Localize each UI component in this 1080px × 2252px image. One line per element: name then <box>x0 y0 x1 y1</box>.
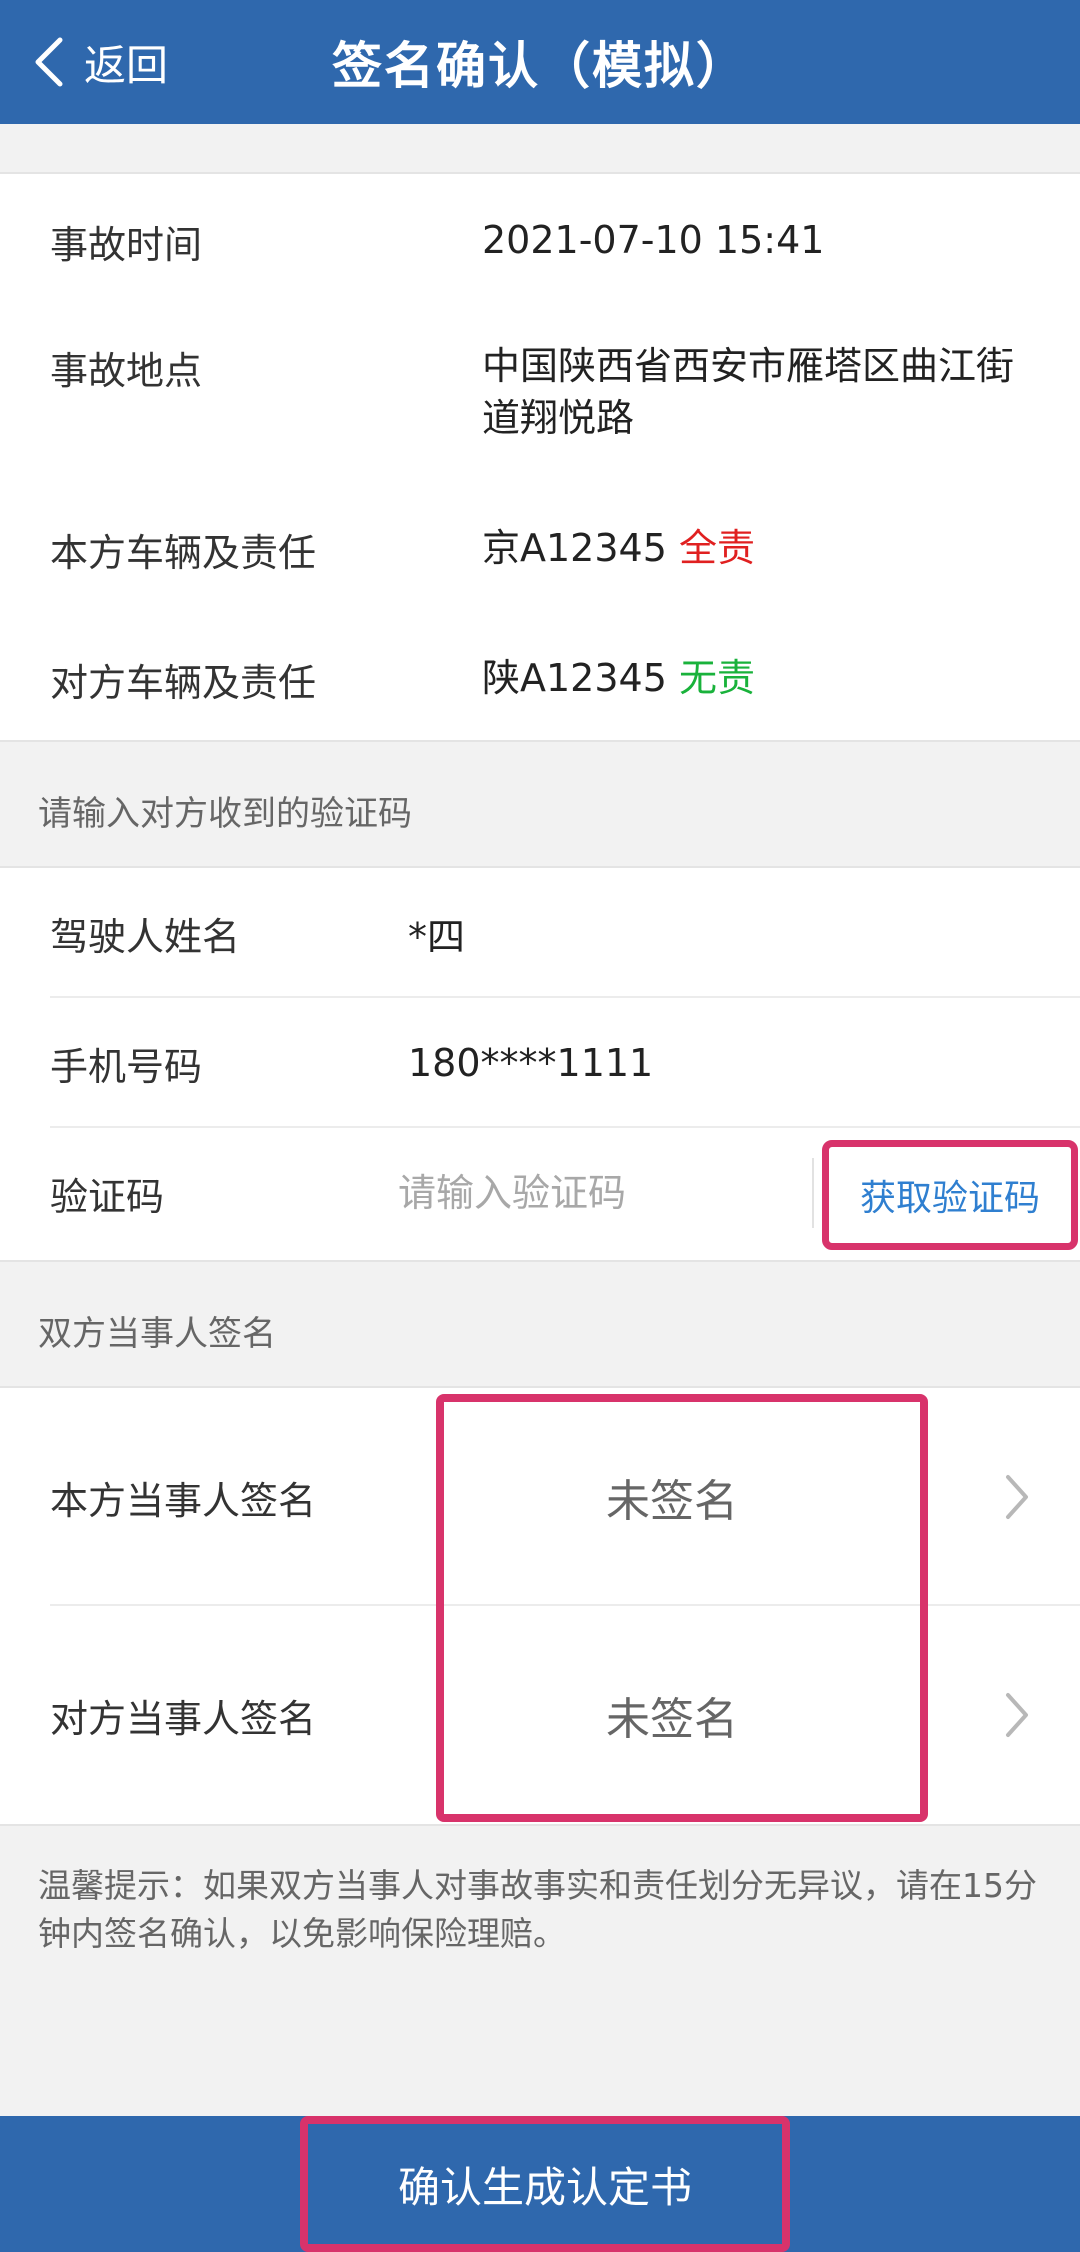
signature-confirm-page: 返回 签名确认（模拟） 事故时间 2021-07-10 15:41 事故地点 中… <box>0 0 1080 2252</box>
verification-code-row: 验证码 获取验证码 <box>0 1128 1080 1258</box>
signature-status: 未签名 <box>606 1694 738 1745</box>
own-signature-row[interactable]: 本方当事人签名 未签名 <box>0 1388 1080 1606</box>
info-value: 2021-07-10 15:41 <box>482 218 825 262</box>
info-label: 事故地点 <box>50 349 203 393</box>
section-title-signatures: 双方当事人签名 <box>38 1314 276 1354</box>
driver-name-value: *四 <box>408 914 466 959</box>
page-title: 签名确认（模拟） <box>332 37 748 95</box>
other-signature-row[interactable]: 对方当事人签名 未签名 <box>0 1606 1080 1824</box>
divider <box>0 1824 1080 1826</box>
verify-panel: 驾驶人姓名 *四 手机号码 180****1111 验证码 获取验证码 <box>0 868 1080 1260</box>
info-value: 中国陕西省西安市雁塔区曲江街道翔悦路 <box>482 344 1015 440</box>
info-value: 陕A12345 无责 <box>482 652 1042 704</box>
signatures-panel: 本方当事人签名 未签名 对方当事人签名 未签名 <box>0 1388 1080 1824</box>
liability-badge: 全责 <box>678 526 755 570</box>
top-bar: 返回 签名确认（模拟） <box>0 0 1080 124</box>
warm-tips: 温馨提示：如果双方当事人对事故事实和责任划分无异议，请在15分钟内签名确认，以免… <box>38 1866 1037 1953</box>
signature-label: 本方当事人签名 <box>50 1478 317 1523</box>
info-label: 对方车辆及责任 <box>50 661 317 705</box>
verification-code-input[interactable] <box>398 1158 798 1228</box>
chevron-right-icon <box>1006 1693 1028 1737</box>
plate-number: 陕A12345 <box>482 656 667 700</box>
accident-info-panel: 事故时间 2021-07-10 15:41 事故地点 中国陕西省西安市雁塔区曲江… <box>0 174 1080 740</box>
phone-row: 手机号码 180****1111 <box>0 998 1080 1128</box>
divider <box>0 740 1080 742</box>
section-title-verify: 请输入对方收到的验证码 <box>38 794 412 834</box>
liability-badge: 无责 <box>678 656 755 700</box>
signature-label: 对方当事人签名 <box>50 1696 317 1741</box>
plate-number: 京A12345 <box>482 526 667 570</box>
field-label: 手机号码 <box>50 1044 203 1089</box>
get-code-button[interactable]: 获取验证码 <box>822 1140 1078 1250</box>
signature-status: 未签名 <box>606 1476 738 1527</box>
chevron-right-icon <box>1006 1475 1028 1519</box>
confirm-generate-button[interactable]: 确认生成认定书 <box>300 2116 790 2252</box>
info-label: 本方车辆及责任 <box>50 531 317 575</box>
divider <box>0 1260 1080 1262</box>
info-label: 事故时间 <box>50 223 203 267</box>
vertical-divider <box>812 1158 814 1228</box>
info-value: 京A12345 全责 <box>482 522 1042 574</box>
field-label: 验证码 <box>50 1174 165 1219</box>
phone-value: 180****1111 <box>408 1041 654 1085</box>
driver-name-row: 驾驶人姓名 *四 <box>0 868 1080 998</box>
field-label: 驾驶人姓名 <box>50 914 241 959</box>
